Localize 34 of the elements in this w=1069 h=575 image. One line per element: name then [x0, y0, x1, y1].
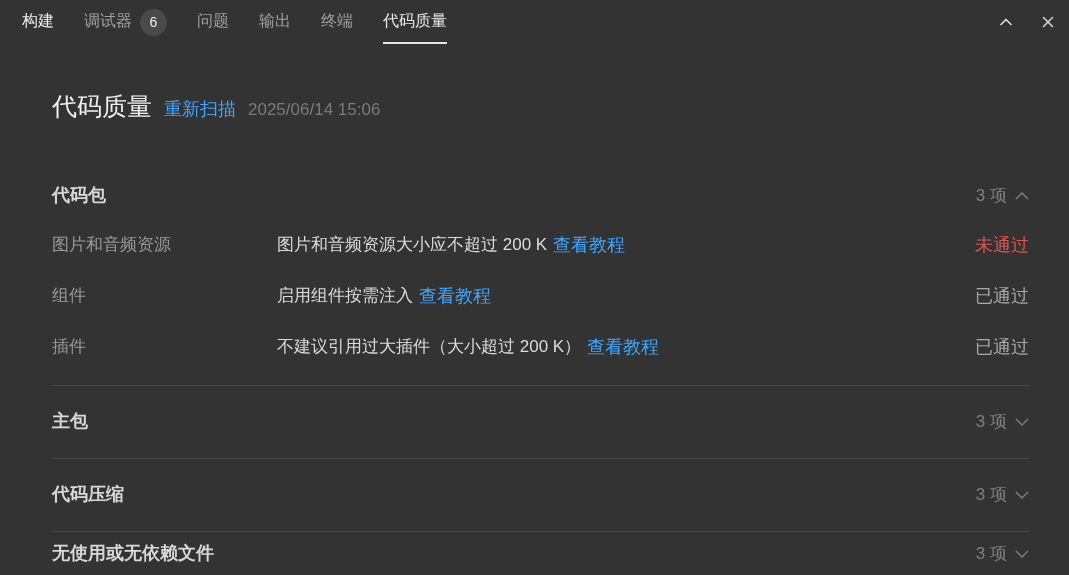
panel-tab[interactable]: 代码质量: [383, 0, 447, 44]
chevron-down-icon: [1015, 490, 1029, 499]
tutorial-link[interactable]: 查看教程: [587, 333, 660, 361]
section-toggle[interactable]: 3 项: [975, 481, 1029, 508]
panel-tab[interactable]: 终端: [321, 0, 353, 44]
chevron-up-icon: [1015, 191, 1029, 200]
check-description: 图片和音频资源大小应不超过 200 K: [277, 234, 548, 257]
chevron-down-icon: [1015, 549, 1029, 558]
check-status: 已通过: [975, 284, 1029, 308]
tutorial-link[interactable]: 查看教程: [419, 282, 491, 310]
section-toggle[interactable]: 3 项: [975, 182, 1029, 209]
check-status: 未通过: [975, 233, 1029, 257]
section-title: 代码压缩: [52, 483, 125, 506]
panel-tab[interactable]: 构建: [22, 0, 54, 44]
panel-tab[interactable]: 输出: [259, 0, 291, 44]
panel-tab[interactable]: 问题: [197, 0, 229, 44]
check-status: 已通过: [975, 335, 1029, 359]
section-toggle[interactable]: 3 项: [975, 408, 1029, 435]
chevron-down-icon: [1015, 417, 1029, 426]
tutorial-link[interactable]: 查看教程: [553, 231, 626, 259]
section-title: 代码包: [52, 184, 107, 207]
section-title: 主包: [52, 410, 89, 433]
check-name: 组件: [52, 285, 87, 308]
count-badge: 6: [140, 8, 167, 36]
check-name: 插件: [52, 336, 87, 359]
check-description: 不建议引用过大插件（大小超过 200 K）: [277, 336, 582, 359]
page-title: 代码质量: [52, 91, 152, 122]
check-description: 启用组件按需注入: [277, 285, 413, 308]
panel-tab[interactable]: 调试器: [84, 0, 132, 44]
scan-timestamp: 2025/06/14 15:06: [248, 99, 381, 121]
section-toggle[interactable]: 3 项: [975, 540, 1029, 567]
section-title: 无使用或无依赖文件: [52, 542, 215, 565]
rescan-link[interactable]: 重新扫描: [164, 96, 236, 123]
check-name: 图片和音频资源: [52, 234, 172, 257]
